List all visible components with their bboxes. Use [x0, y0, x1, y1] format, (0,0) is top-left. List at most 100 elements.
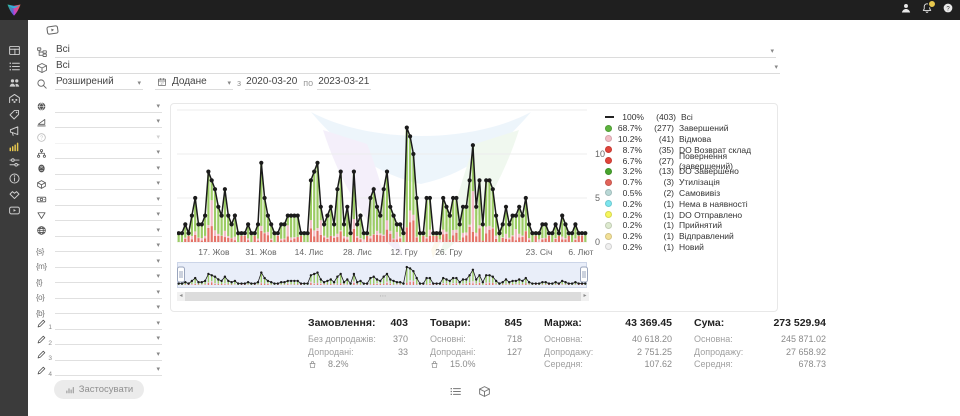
stat-sub-row: Основна:245 871.02: [694, 333, 826, 346]
apply-button[interactable]: Застосувати: [54, 380, 144, 399]
filter-row-pencil2: 2▾: [36, 332, 162, 348]
apply-wrap: Застосувати: [36, 380, 162, 399]
legend-item[interactable]: 6.7%(27)Повернення (завершений): [605, 155, 775, 166]
legend-item[interactable]: 100%(403)Всі: [605, 112, 775, 123]
globe1-icon: [36, 101, 47, 112]
package-view-icon[interactable]: [478, 385, 491, 398]
date-from-input[interactable]: 2020-03-20: [245, 76, 299, 90]
legend-item[interactable]: 68.7%(277)Завершений: [605, 123, 775, 134]
filter-select[interactable]: ▾: [55, 256, 162, 268]
legend-percent: 0.2%: [616, 210, 642, 220]
svg-text:28. Лис: 28. Лис: [343, 247, 373, 257]
rail-item-orders-icon[interactable]: [8, 60, 21, 73]
chevron-down-icon: ▾: [137, 80, 141, 87]
legend-item[interactable]: 0.7%(3)Утилізація: [605, 177, 775, 188]
rail-item-warehouse-icon[interactable]: [8, 92, 21, 105]
legend-item[interactable]: 0.5%(2)Самовивіз: [605, 188, 775, 199]
legend-item[interactable]: 0.2%(1)Прийнятий: [605, 220, 775, 231]
scroll-right-icon[interactable]: ▸: [581, 292, 589, 301]
filter-select[interactable]: ▾: [55, 318, 162, 330]
category-value: Всі: [56, 44, 70, 55]
search-icon[interactable]: [36, 78, 48, 90]
legend-dot-marker: [605, 233, 612, 240]
rail-item-marketing-icon[interactable]: [8, 124, 21, 137]
stat-sub-row: Основна:40 618.20: [544, 333, 672, 346]
legend-item[interactable]: 0.2%(1)Відправлений: [605, 231, 775, 242]
rail-item-dashboard-icon[interactable]: [8, 44, 21, 57]
date-field-select[interactable]: 17 Додане ▾: [155, 76, 233, 90]
filter-select[interactable]: ▾: [55, 225, 162, 237]
rail-item-pricetag-icon[interactable]: [8, 108, 21, 121]
person-icon: [36, 163, 47, 174]
chevron-down-icon: ▾: [156, 134, 160, 141]
filter-select[interactable]: ▾: [55, 194, 162, 206]
legend-count: (27): [647, 156, 674, 166]
legend-count: (2): [647, 188, 674, 198]
legend-count: (13): [647, 166, 674, 176]
category-filter[interactable]: Всі ▾: [36, 44, 776, 58]
date-to-input[interactable]: 2023-03-21: [317, 76, 371, 90]
user-icon[interactable]: [900, 2, 912, 14]
legend-item[interactable]: 10.2%(41)Відмова: [605, 134, 775, 145]
svg-text:12. Гру: 12. Гру: [391, 247, 419, 257]
scroll-left-icon[interactable]: ◂: [177, 292, 185, 301]
filter-select[interactable]: ▾: [55, 101, 162, 113]
search-mode-select[interactable]: Розширений ▾: [55, 76, 143, 90]
legend-dot-marker: [605, 243, 612, 250]
legend-label: Новий: [679, 242, 704, 252]
legend-label: DO Отправлено: [679, 210, 742, 220]
filter-select[interactable]: ▾: [55, 147, 162, 159]
filter-select[interactable]: ▾: [55, 116, 162, 128]
stat-sub-row: Середня:107.62: [544, 358, 672, 371]
filter-row-b: {b}▾: [36, 301, 162, 317]
rail-item-analytics-icon[interactable]: [8, 140, 21, 153]
filter-select[interactable]: ▾: [55, 333, 162, 345]
legend-count: (1): [647, 210, 674, 220]
filter-select[interactable]: ▾: [55, 302, 162, 314]
category-select[interactable]: Всі ▾: [55, 44, 776, 58]
help-icon[interactable]: ?: [942, 2, 954, 14]
legend-item[interactable]: 0.2%(1)Нема в наявності: [605, 198, 775, 209]
stat-sub-value: 15.0%: [450, 358, 476, 371]
filter-select[interactable]: ▾: [55, 364, 162, 376]
bar-chart-icon: [65, 385, 75, 395]
app-root: ? Всі ▾ Всі ▾ Розширений ▾ 17 Додане ▾ з: [0, 0, 960, 416]
legend-item[interactable]: 0.2% (1) DO Отправлено: [605, 209, 775, 220]
product-filter[interactable]: Всі ▾: [36, 60, 780, 74]
rail-item-partners-icon[interactable]: [8, 188, 21, 201]
svg-text:0: 0: [595, 237, 600, 247]
product-select[interactable]: Всі ▾: [55, 60, 780, 74]
to-label: по: [303, 78, 313, 88]
filter-select[interactable]: ▾: [55, 349, 162, 361]
navigator-handle-left[interactable]: [178, 267, 185, 282]
filter-select[interactable]: ▾: [55, 240, 162, 252]
stat-title: Маржа:: [544, 317, 582, 329]
filter-select[interactable]: ▾: [55, 178, 162, 190]
rail-item-info-icon[interactable]: [8, 172, 21, 185]
filter-select[interactable]: ▾: [55, 163, 162, 175]
stat-sub-value: 107.62: [644, 358, 672, 371]
filter-select[interactable]: ▾: [55, 271, 162, 283]
rail-item-settings-icon[interactable]: [8, 156, 21, 169]
filter-row-globe1: ▾: [36, 99, 162, 115]
rail-item-video-icon[interactable]: [8, 204, 21, 217]
chart-navigator[interactable]: [177, 262, 589, 289]
rail-item-clients-icon[interactable]: [8, 76, 21, 89]
brand-logo-icon[interactable]: [5, 2, 23, 18]
filter-select[interactable]: ▾: [55, 287, 162, 299]
svg-text:17: 17: [160, 81, 164, 85]
legend-item[interactable]: 0.2%(1)Новий: [605, 242, 775, 253]
filter-select[interactable]: ▾: [55, 209, 162, 221]
chevron-down-icon: ▾: [156, 149, 160, 156]
bell-icon[interactable]: [921, 2, 933, 14]
navigator-scrollbar[interactable]: ◂ ⋯ ▸: [177, 292, 589, 301]
stat-sub-value: 370: [393, 333, 408, 346]
chevron-down-icon: ▾: [156, 320, 160, 327]
chevron-down-icon: ▾: [156, 118, 160, 125]
navigator-handle-right[interactable]: [581, 267, 588, 282]
video-tutorial-icon[interactable]: [43, 22, 62, 38]
list-view-icon[interactable]: [449, 385, 462, 398]
scrollbar-thumb[interactable]: ⋯: [185, 292, 581, 301]
upsell-bag-icon: [430, 360, 439, 369]
filter-row-pencil1: 1▾: [36, 316, 162, 332]
